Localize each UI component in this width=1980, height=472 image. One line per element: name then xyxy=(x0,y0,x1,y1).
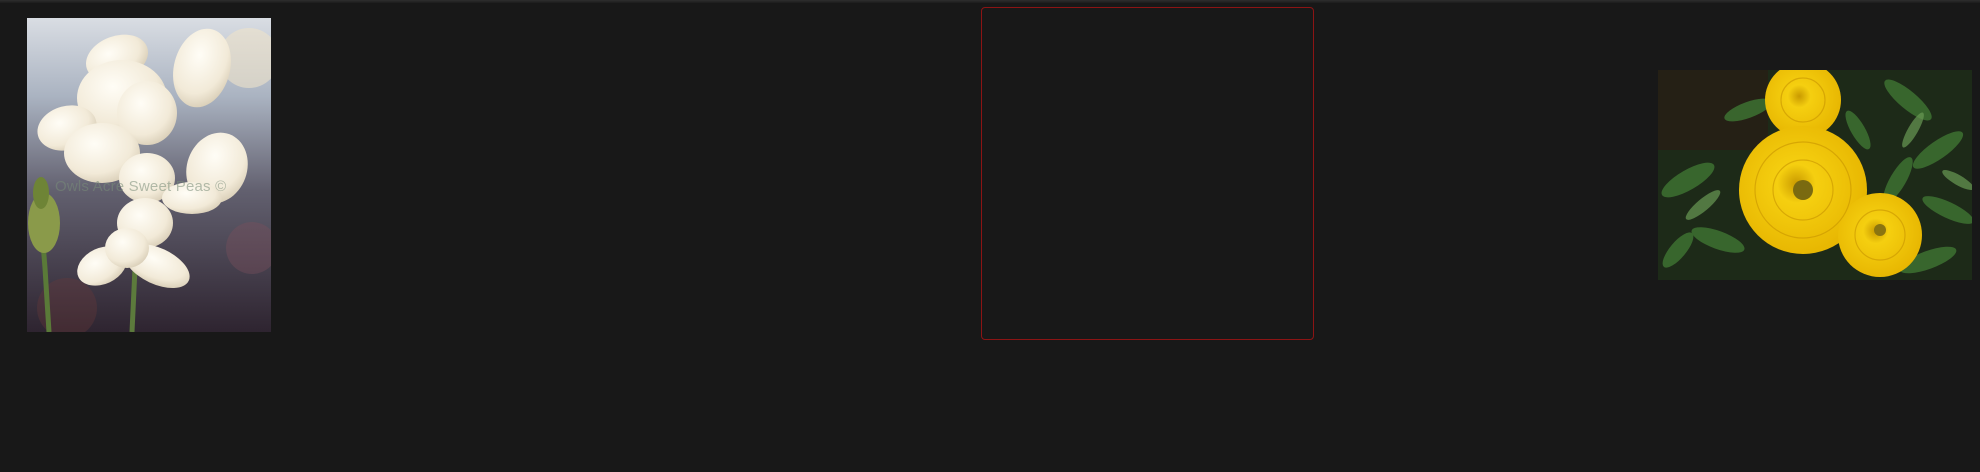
sweet-pea-photo[interactable]: Owls Acre Sweet Peas © xyxy=(27,18,271,332)
top-border xyxy=(0,0,1980,3)
marigold-image xyxy=(1658,70,1972,280)
empty-image-frame[interactable] xyxy=(981,7,1314,340)
sweet-pea-image xyxy=(27,18,271,332)
marigold-photo[interactable] xyxy=(1658,70,1972,280)
watermark-text: Owls Acre Sweet Peas © xyxy=(55,178,227,195)
image-gallery: Owls Acre Sweet Peas © xyxy=(0,0,1980,472)
